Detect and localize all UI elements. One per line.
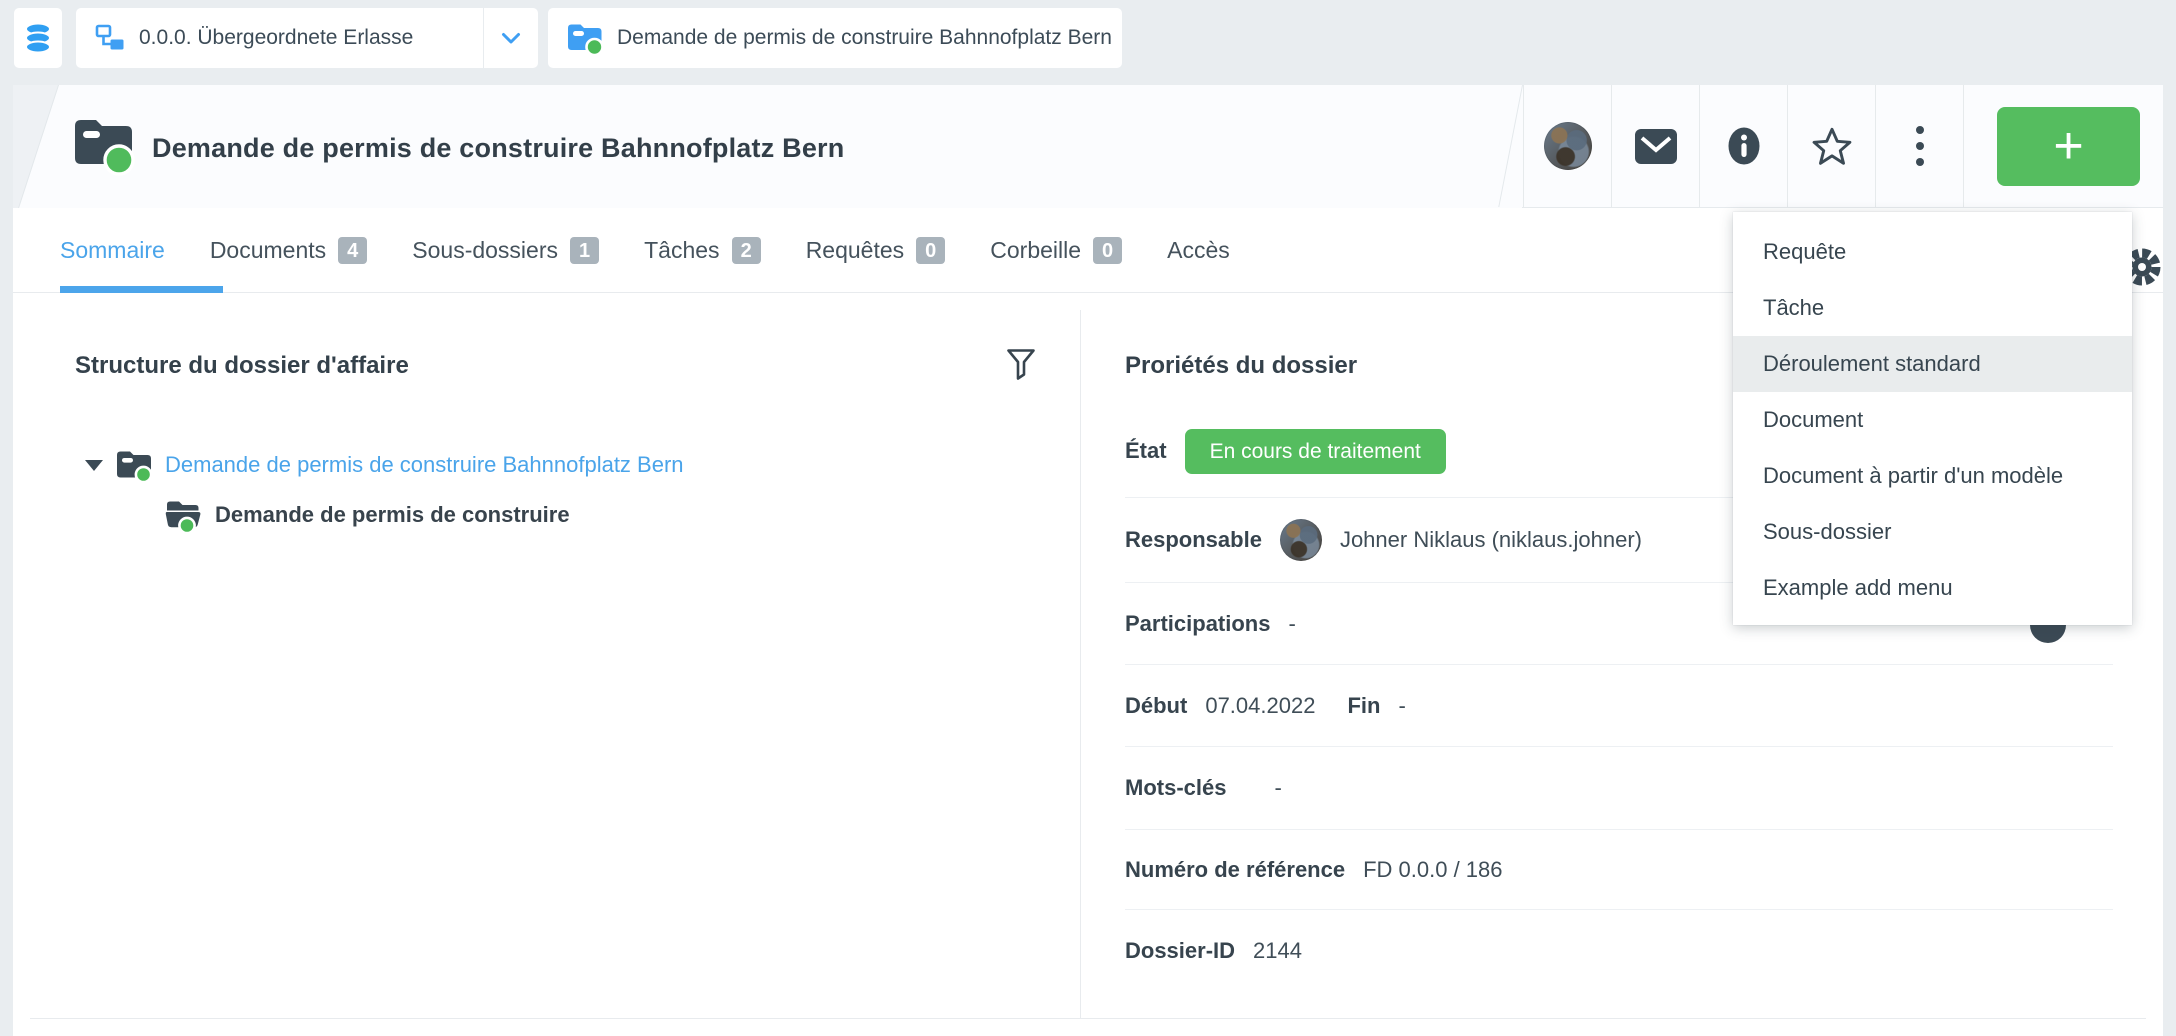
tab-count-badge: 0 [1093, 237, 1122, 264]
menu-item-tache[interactable]: Tâche [1733, 280, 2132, 336]
breadcrumb-toolbar: 0.0.0. Übergeordnete Erlasse Demande de … [0, 0, 2176, 78]
info-icon [1725, 125, 1763, 167]
structure-panel-title: Structure du dossier d'affaire [75, 352, 409, 380]
section-bottom-border [30, 1018, 2146, 1019]
menu-item-document[interactable]: Document [1733, 392, 2132, 448]
property-row-reference: Numéro de référence FD 0.0.0 / 186 [1125, 830, 2113, 910]
dossier-tree: Demande de permis de construire Bahnnofp… [85, 445, 684, 535]
chevron-down-icon [501, 32, 521, 45]
tree-label-subdossier[interactable]: Demande de permis de construire [215, 502, 570, 528]
more-actions-button[interactable] [1875, 85, 1963, 207]
filter-funnel-icon[interactable] [1005, 347, 1037, 381]
menu-item-sous-dossier[interactable]: Sous-dossier [1733, 504, 2132, 560]
property-row-dates: Début 07.04.2022 Fin - [1125, 665, 2113, 747]
property-row-dossier-id: Dossier-ID 2144 [1125, 910, 2113, 1010]
menu-item-document-modele[interactable]: Document à partir d'un modèle [1733, 448, 2132, 504]
kebab-menu-icon [1916, 126, 1924, 166]
breadcrumb-repository[interactable]: 0.0.0. Übergeordnete Erlasse [76, 8, 538, 68]
breadcrumb-dossier[interactable]: Demande de permis de construire Bahnnofp… [548, 8, 1122, 68]
responsible-name: Johner Niklaus (niklaus.johner) [1340, 527, 1642, 553]
tree-item-subdossier: Demande de permis de construire [165, 495, 684, 535]
add-dropdown-menu: Requête Tâche Déroulement standard Docum… [1733, 212, 2132, 625]
header-action-bar: + [1522, 85, 2163, 208]
dossier-folder-icon [72, 115, 136, 177]
breadcrumb-repository-label: 0.0.0. Übergeordnete Erlasse [139, 26, 413, 50]
closed-folder-green-dot-icon [115, 447, 153, 483]
mail-button[interactable] [1611, 85, 1699, 207]
tab-documents[interactable]: Documents 4 [210, 237, 367, 264]
open-folder-green-dot-icon [165, 497, 203, 533]
folder-with-green-dot-icon [566, 21, 604, 55]
menu-item-example-add-menu[interactable]: Example add menu [1733, 560, 2132, 616]
tab-sous-dossiers[interactable]: Sous-dossiers 1 [412, 237, 599, 264]
favorite-button[interactable] [1787, 85, 1875, 207]
stacked-discs-icon [23, 22, 53, 54]
tab-count-badge: 4 [338, 237, 367, 264]
tab-taches[interactable]: Tâches 2 [644, 237, 761, 264]
tree-link-dossier[interactable]: Demande de permis de construire Bahnnofp… [165, 452, 684, 478]
menu-item-requete[interactable]: Requête [1733, 224, 2132, 280]
dossier-id-value: 2144 [1253, 938, 1302, 964]
responsible-avatar-button[interactable] [1523, 85, 1611, 207]
page-title: Demande de permis de construire Bahnnofp… [152, 133, 844, 164]
repository-root-button[interactable] [14, 8, 62, 68]
tab-sommaire[interactable]: Sommaire [60, 237, 165, 264]
property-row-motscles: Mots-clés - [1125, 747, 2113, 830]
end-date: - [1398, 693, 1405, 719]
status-badge: En cours de traitement [1185, 429, 1446, 474]
tab-count-badge: 1 [570, 237, 599, 264]
panel-divider [1080, 310, 1081, 1018]
tree-item-dossier: Demande de permis de construire Bahnnofp… [85, 445, 684, 485]
tab-count-badge: 0 [916, 237, 945, 264]
active-tab-underline [60, 286, 223, 293]
info-button[interactable] [1699, 85, 1787, 207]
start-date: 07.04.2022 [1205, 693, 1315, 719]
avatar [1544, 122, 1592, 170]
mail-icon [1634, 128, 1678, 165]
tab-corbeille[interactable]: Corbeille 0 [990, 237, 1122, 264]
menu-item-deroulement-standard[interactable]: Déroulement standard [1733, 336, 2132, 392]
tab-requetes[interactable]: Requêtes 0 [806, 237, 946, 264]
caret-down-icon[interactable] [85, 460, 103, 471]
star-icon [1811, 126, 1853, 166]
responsible-avatar [1280, 519, 1322, 561]
properties-panel-title: Proriétés du dossier [1125, 352, 1357, 380]
reference-number: FD 0.0.0 / 186 [1363, 857, 1502, 883]
tab-count-badge: 2 [732, 237, 761, 264]
org-chart-icon [94, 23, 126, 53]
tab-acces[interactable]: Accès [1167, 237, 1230, 264]
breadcrumb-expand-button[interactable] [484, 8, 538, 68]
add-button[interactable]: + [1997, 107, 2140, 186]
breadcrumb-dossier-label: Demande de permis de construire Bahnnofp… [617, 26, 1112, 50]
